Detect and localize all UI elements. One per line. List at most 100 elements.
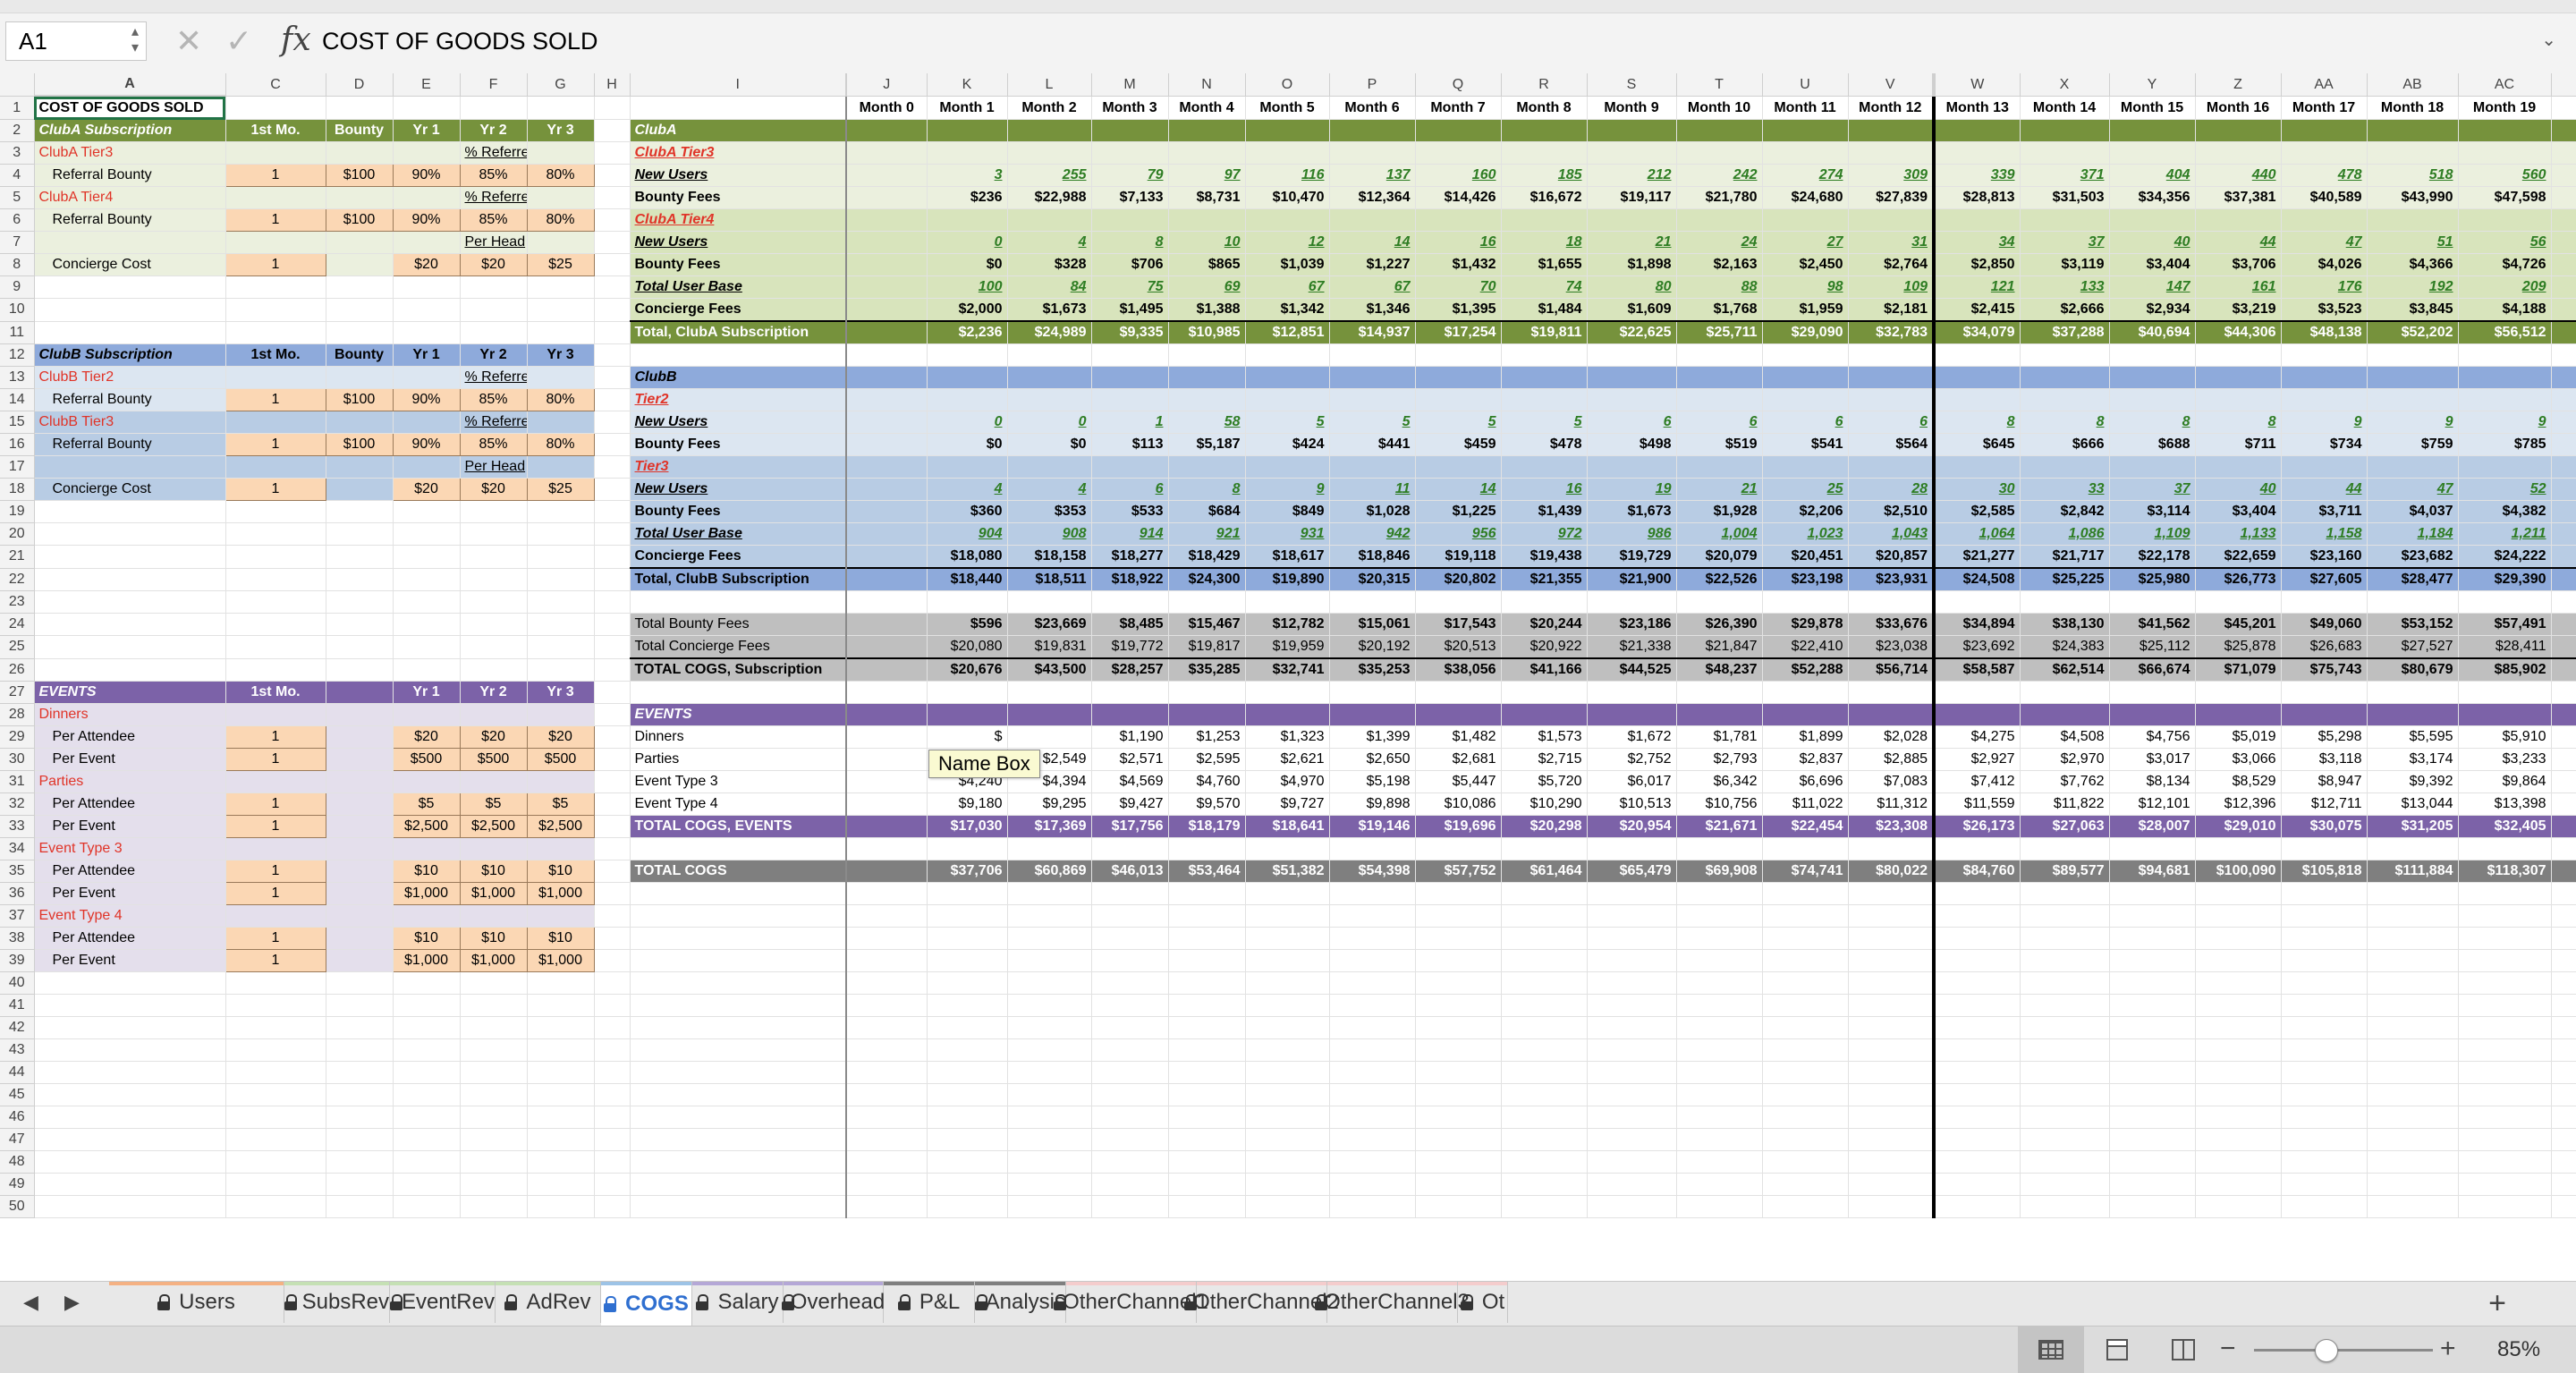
row-header[interactable]: 15	[0, 411, 35, 434]
value-cell[interactable]	[1329, 455, 1416, 479]
value-cell[interactable]	[1501, 388, 1588, 411]
input-cell[interactable]	[326, 1195, 394, 1218]
row-label[interactable]: Per Event	[34, 815, 226, 838]
value-cell[interactable]: 8	[1091, 231, 1169, 254]
value-cell[interactable]	[1501, 141, 1588, 165]
value-cell[interactable]	[2458, 1038, 2552, 1062]
value-cell[interactable]	[2281, 882, 2368, 905]
value-cell[interactable]	[1415, 1038, 1502, 1062]
value-cell[interactable]	[2281, 590, 2368, 614]
value-cell[interactable]	[2195, 1195, 2282, 1218]
value-cell[interactable]: $43,500	[1007, 657, 1092, 682]
input-cell[interactable]	[393, 366, 461, 389]
value-cell[interactable]	[2458, 388, 2552, 411]
input-cell[interactable]	[393, 522, 461, 546]
value-cell[interactable]	[1168, 703, 1246, 726]
value-cell[interactable]	[2367, 1016, 2459, 1039]
value-cell[interactable]	[927, 994, 1008, 1017]
input-cell[interactable]: 1	[225, 748, 326, 771]
value-cell[interactable]: $24,383	[2020, 635, 2110, 659]
value-cell[interactable]: $13,044	[2367, 792, 2459, 816]
row-header[interactable]: 18	[0, 478, 35, 501]
value-cell[interactable]: $4,037	[2367, 500, 2459, 523]
value-cell[interactable]	[845, 1106, 928, 1129]
value-cell[interactable]: $45,201	[2195, 613, 2282, 636]
value-cell[interactable]	[1676, 455, 1763, 479]
input-cell[interactable]	[393, 590, 461, 614]
row-header[interactable]: 31	[0, 770, 35, 793]
value-cell[interactable]: 2	[2551, 275, 2576, 299]
value-cell[interactable]: $62	[2551, 613, 2576, 636]
value-cell[interactable]: 67	[1329, 275, 1416, 299]
spacer-cell[interactable]	[593, 568, 631, 591]
value-cell[interactable]: $35,285	[1168, 657, 1246, 682]
value-cell[interactable]	[1091, 388, 1169, 411]
value-cell[interactable]: $89,577	[2020, 860, 2110, 883]
value-cell[interactable]	[1007, 837, 1092, 860]
value-cell[interactable]: 1,133	[2195, 522, 2282, 546]
value-cell[interactable]: $1,253	[1168, 725, 1246, 749]
input-cell[interactable]	[393, 455, 461, 479]
row-label[interactable]	[630, 882, 847, 905]
value-cell[interactable]	[2195, 882, 2282, 905]
input-cell[interactable]	[326, 298, 394, 322]
input-cell[interactable]	[527, 904, 595, 928]
row-label[interactable]	[630, 1061, 847, 1084]
value-cell[interactable]: $13,398	[2458, 792, 2552, 816]
value-cell[interactable]	[1501, 590, 1588, 614]
input-cell[interactable]	[393, 1083, 461, 1106]
value-cell[interactable]	[1501, 681, 1588, 704]
value-cell[interactable]	[1415, 1150, 1502, 1174]
value-cell[interactable]	[2195, 1038, 2282, 1062]
value-cell[interactable]	[927, 927, 1008, 950]
value-cell[interactable]: $66,674	[2109, 657, 2196, 682]
spacer-cell[interactable]	[593, 635, 631, 659]
value-cell[interactable]: $519	[1676, 433, 1763, 456]
value-cell[interactable]: 14	[1329, 231, 1416, 254]
value-cell[interactable]	[845, 141, 928, 165]
input-cell[interactable]	[460, 994, 528, 1017]
row-label[interactable]	[630, 343, 847, 367]
input-cell[interactable]: $10	[392, 927, 461, 950]
value-cell[interactable]	[1762, 208, 1849, 232]
value-cell[interactable]	[927, 366, 1008, 389]
value-cell[interactable]	[845, 635, 928, 659]
column-header[interactable]: Z	[2195, 73, 2282, 97]
spacer-cell[interactable]	[593, 927, 631, 950]
value-cell[interactable]	[1762, 904, 1849, 928]
value-cell[interactable]	[2458, 343, 2552, 367]
value-cell[interactable]	[1245, 1195, 1330, 1218]
value-cell[interactable]	[1501, 1173, 1588, 1196]
value-cell[interactable]: 440	[2195, 164, 2282, 187]
value-cell[interactable]: $18,179	[1168, 815, 1246, 838]
value-cell[interactable]	[2281, 343, 2368, 367]
input-cell[interactable]	[393, 1106, 461, 1129]
row-label[interactable]: Bounty Fees	[630, 186, 847, 209]
input-cell[interactable]	[326, 590, 394, 614]
value-cell[interactable]	[2020, 1016, 2110, 1039]
value-cell[interactable]: Month 15	[2109, 96, 2196, 120]
value-cell[interactable]	[845, 411, 928, 434]
row-header[interactable]: 12	[0, 343, 35, 367]
value-cell[interactable]	[927, 590, 1008, 614]
value-cell[interactable]: 242	[1676, 164, 1763, 187]
value-cell[interactable]: $18,158	[1007, 545, 1092, 569]
input-cell[interactable]: $500	[392, 748, 461, 771]
input-cell[interactable]: 1	[225, 388, 326, 411]
row-header[interactable]: 41	[0, 994, 35, 1017]
value-cell[interactable]: 19	[1587, 478, 1677, 501]
column-header[interactable]: E	[393, 73, 461, 97]
input-cell[interactable]	[326, 994, 394, 1017]
value-cell[interactable]	[1168, 455, 1246, 479]
input-cell[interactable]	[527, 231, 595, 254]
value-cell[interactable]	[2551, 1195, 2576, 1218]
spacer-cell[interactable]	[593, 388, 631, 411]
input-cell[interactable]: Per Head	[460, 231, 528, 254]
value-cell[interactable]	[1932, 1173, 2021, 1196]
value-cell[interactable]	[2195, 1083, 2282, 1106]
row-label[interactable]	[630, 971, 847, 995]
value-cell[interactable]: $23,308	[1848, 815, 1935, 838]
value-cell[interactable]	[2281, 681, 2368, 704]
value-cell[interactable]: $4,760	[1168, 770, 1246, 793]
value-cell[interactable]	[1329, 1106, 1416, 1129]
